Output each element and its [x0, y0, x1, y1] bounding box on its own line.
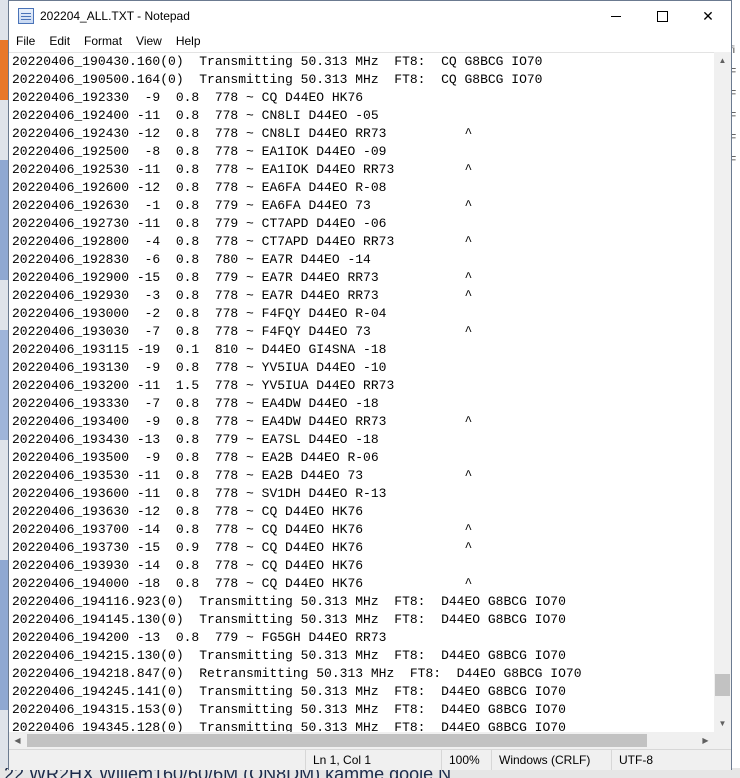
vertical-scroll-thumb[interactable] — [715, 674, 730, 696]
text-line: 20220406_194215.130(0) Transmitting 50.3… — [12, 648, 566, 663]
text-line: 20220406_193500 -9 0.8 778 ~ EA2B D44EO … — [12, 450, 379, 465]
horizontal-scroll-thumb[interactable] — [27, 734, 647, 747]
menu-view[interactable]: View — [129, 34, 169, 48]
line-ending: Windows (CRLF) — [491, 750, 590, 770]
menu-help[interactable]: Help — [169, 34, 208, 48]
text-line: 20220406_192630 -1 0.8 779 ~ EA6FA D44EO… — [12, 198, 473, 213]
scroll-left-icon[interactable]: ◀ — [9, 732, 26, 749]
text-line: 20220406_192330 -9 0.8 778 ~ CQ D44EO HK… — [12, 90, 364, 105]
menu-edit[interactable]: Edit — [42, 34, 77, 48]
vertical-scrollbar[interactable]: ▲ ▼ — [714, 52, 731, 732]
text-line: 20220406_192530 -11 0.8 778 ~ EA1IOK D44… — [12, 162, 473, 177]
horizontal-scrollbar[interactable]: ◀ ▶ — [9, 732, 714, 749]
status-bar: Ln 1, Col 1 100% Windows (CRLF) UTF-8 — [9, 749, 731, 770]
scroll-down-icon[interactable]: ▼ — [714, 715, 731, 732]
text-line: 20220406_192500 -8 0.8 778 ~ EA1IOK D44E… — [12, 144, 387, 159]
text-line: 20220406_194000 -18 0.8 778 ~ CQ D44EO H… — [12, 576, 473, 591]
text-line: 20220406_194145.130(0) Transmitting 50.3… — [12, 612, 566, 627]
menu-file[interactable]: File — [9, 34, 42, 48]
window-title: 202204_ALL.TXT - Notepad — [40, 9, 190, 23]
text-line: 20220406_193730 -15 0.9 778 ~ CQ D44EO H… — [12, 540, 473, 555]
text-line: 20220406_192600 -12 0.8 778 ~ EA6FA D44E… — [12, 180, 387, 195]
text-line: 20220406_192930 -3 0.8 778 ~ EA7R D44EO … — [12, 288, 473, 303]
text-line: 20220406_192800 -4 0.8 778 ~ CT7APD D44E… — [12, 234, 473, 249]
text-line: 20220406_192830 -6 0.8 780 ~ EA7R D44EO … — [12, 252, 371, 267]
text-line: 20220406_194245.141(0) Transmitting 50.3… — [12, 684, 566, 699]
text-line: 20220406_194116.923(0) Transmitting 50.3… — [12, 594, 566, 609]
text-line: 20220406_193130 -9 0.8 778 ~ YV5IUA D44E… — [12, 360, 387, 375]
text-editor[interactable]: 20220406_190430.160(0) Transmitting 50.3… — [9, 52, 714, 733]
text-line: 20220406_193630 -12 0.8 778 ~ CQ D44EO H… — [12, 504, 364, 519]
zoom-level: 100% — [441, 750, 480, 770]
notepad-icon — [18, 8, 34, 24]
text-line: 20220406_190500.164(0) Transmitting 50.3… — [12, 72, 543, 87]
text-line: 20220406_192900 -15 0.8 779 ~ EA7R D44EO… — [12, 270, 473, 285]
text-line: 20220406_193000 -2 0.8 778 ~ F4FQY D44EO… — [12, 306, 387, 321]
text-line: 20220406_194218.847(0) Retransmitting 50… — [12, 666, 582, 681]
maximize-icon — [656, 10, 668, 22]
menu-bar: File Edit Format View Help — [9, 31, 731, 51]
text-line: 20220406_193930 -14 0.8 778 ~ CQ D44EO H… — [12, 558, 364, 573]
text-line: 20220406_193330 -7 0.8 778 ~ EA4DW D44EO… — [12, 396, 379, 411]
text-line: 20220406_193030 -7 0.8 778 ~ F4FQY D44EO… — [12, 324, 473, 339]
scroll-up-icon[interactable]: ▲ — [714, 52, 731, 69]
text-line: 20220406_192730 -11 0.8 779 ~ CT7APD D44… — [12, 216, 387, 231]
text-line: 20220406_194200 -13 0.8 779 ~ FG5GH D44E… — [12, 630, 387, 645]
minimize-icon — [611, 15, 621, 17]
menu-format[interactable]: Format — [77, 34, 129, 48]
text-line: 20220406_193400 -9 0.8 778 ~ EA4DW D44EO… — [12, 414, 473, 429]
title-bar[interactable]: 202204_ALL.TXT - Notepad ✕ — [9, 1, 731, 31]
maximize-button[interactable] — [639, 1, 685, 31]
text-line: 20220406_193600 -11 0.8 778 ~ SV1DH D44E… — [12, 486, 387, 501]
notepad-window: 202204_ALL.TXT - Notepad ✕ File Edit For… — [8, 0, 732, 770]
encoding: UTF-8 — [611, 750, 653, 770]
minimize-button[interactable] — [593, 1, 639, 31]
text-line: 20220406_192430 -12 0.8 778 ~ CN8LI D44E… — [12, 126, 473, 141]
scrollbar-corner — [714, 732, 731, 749]
cursor-position: Ln 1, Col 1 — [305, 750, 371, 770]
text-line: 20220406_194315.153(0) Transmitting 50.3… — [12, 702, 566, 717]
text-line: 20220406_193200 -11 1.5 778 ~ YV5IUA D44… — [12, 378, 395, 393]
text-line: 20220406_193700 -14 0.8 778 ~ CQ D44EO H… — [12, 522, 473, 537]
text-line: 20220406_190430.160(0) Transmitting 50.3… — [12, 54, 543, 69]
window-controls: ✕ — [593, 1, 731, 31]
scroll-right-icon[interactable]: ▶ — [697, 732, 714, 749]
text-line: 20220406_193430 -13 0.8 779 ~ EA7SL D44E… — [12, 432, 379, 447]
text-line: 20220406_193115 -19 0.1 810 ~ D44EO GI4S… — [12, 342, 387, 357]
close-button[interactable]: ✕ — [685, 1, 731, 31]
text-line: 20220406_194345.128(0) Transmitting 50.3… — [12, 720, 566, 733]
close-icon: ✕ — [702, 7, 714, 24]
text-line: 20220406_192400 -11 0.8 778 ~ CN8LI D44E… — [12, 108, 379, 123]
text-line: 20220406_193530 -11 0.8 778 ~ EA2B D44EO… — [12, 468, 473, 483]
